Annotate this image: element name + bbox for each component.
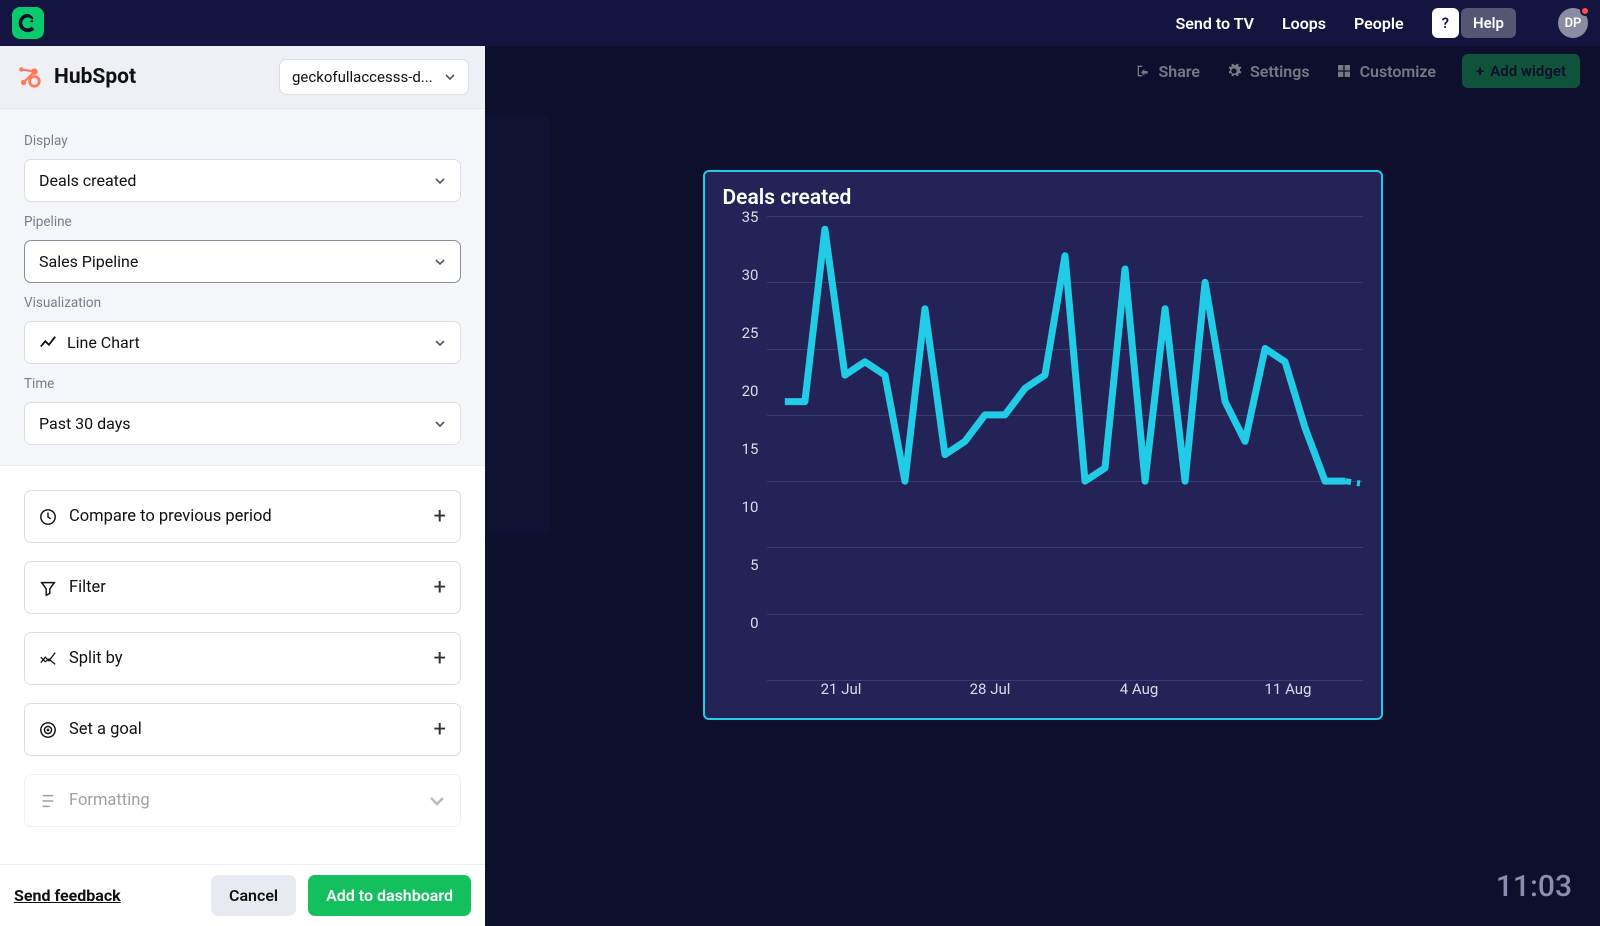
integration-title: HubSpot [54, 65, 136, 89]
y-tick: 10 [723, 498, 767, 556]
split-option[interactable]: Split by + [24, 632, 461, 685]
time-select[interactable]: Past 30 days [24, 402, 461, 445]
send-feedback-link[interactable]: Send feedback [14, 886, 121, 905]
help-button[interactable]: Help [1461, 8, 1516, 38]
config-form: Display Deals created Pipeline Sales Pip… [0, 109, 485, 466]
pipeline-label: Pipeline [24, 214, 461, 230]
help-question-button[interactable]: ? [1432, 8, 1459, 38]
avatar[interactable]: DP [1558, 8, 1588, 38]
top-bar: Send to TV Loops People ? Help DP [0, 0, 1600, 46]
x-tick: 4 Aug [1065, 680, 1214, 710]
chevron-down-icon [434, 175, 446, 187]
x-tick: 21 Jul [767, 680, 916, 710]
formatting-icon [39, 792, 57, 810]
y-tick: 30 [723, 266, 767, 324]
panel-footer: Send feedback Cancel Add to dashboard [0, 864, 485, 926]
clock-icon [39, 508, 57, 526]
hubspot-icon [16, 64, 42, 90]
chart-title: Deals created [723, 186, 1363, 210]
y-axis: 35302520151050 [723, 216, 767, 680]
add-to-dashboard-button[interactable]: Add to dashboard [308, 875, 471, 916]
line-series [767, 216, 1363, 680]
app-logo[interactable] [12, 7, 44, 39]
chevron-down-icon [444, 71, 456, 83]
y-tick: 35 [723, 208, 767, 266]
chevron-down-icon [428, 792, 446, 810]
avatar-initials: DP [1565, 16, 1582, 31]
y-tick: 15 [723, 440, 767, 498]
gecko-icon [17, 12, 39, 34]
filter-icon [39, 579, 57, 597]
cancel-button[interactable]: Cancel [211, 875, 296, 916]
chevron-down-icon [434, 256, 446, 268]
y-tick: 5 [723, 556, 767, 614]
y-tick: 20 [723, 382, 767, 440]
chevron-down-icon [434, 337, 446, 349]
line-chart-icon [39, 334, 57, 352]
goal-option[interactable]: Set a goal + [24, 703, 461, 756]
pipeline-select[interactable]: Sales Pipeline [24, 240, 461, 283]
x-tick: 28 Jul [916, 680, 1065, 710]
chevron-down-icon [434, 418, 446, 430]
compare-option[interactable]: Compare to previous period + [24, 490, 461, 543]
filter-option[interactable]: Filter + [24, 561, 461, 614]
formatting-option[interactable]: Formatting [24, 774, 461, 827]
y-tick: 0 [723, 614, 767, 672]
extra-options: Compare to previous period + Filter + Sp… [0, 466, 485, 864]
notification-dot-icon [1580, 6, 1590, 16]
preview-pane: Deals created 35302520151050 21 Jul28 Ju… [485, 96, 1600, 926]
visualization-select[interactable]: Line Chart [24, 321, 461, 364]
display-label: Display [24, 133, 461, 149]
y-tick: 25 [723, 324, 767, 382]
connection-select[interactable]: geckofullaccesss-d... [279, 59, 469, 95]
x-tick: 11 Aug [1214, 680, 1363, 710]
time-label: Time [24, 376, 461, 392]
display-select[interactable]: Deals created [24, 159, 461, 202]
x-axis: 21 Jul28 Jul4 Aug11 Aug [767, 680, 1363, 710]
split-icon [39, 650, 57, 668]
nav-loops[interactable]: Loops [1282, 14, 1326, 33]
widget-config-panel: HubSpot geckofullaccesss-d... Display De… [0, 46, 485, 926]
visualization-label: Visualization [24, 295, 461, 311]
nav-send-to-tv[interactable]: Send to TV [1176, 14, 1254, 33]
plot-area [767, 216, 1363, 680]
target-icon [39, 721, 57, 739]
panel-header: HubSpot geckofullaccesss-d... [0, 46, 485, 109]
chart-preview: Deals created 35302520151050 21 Jul28 Ju… [703, 170, 1383, 720]
nav-people[interactable]: People [1354, 14, 1404, 33]
